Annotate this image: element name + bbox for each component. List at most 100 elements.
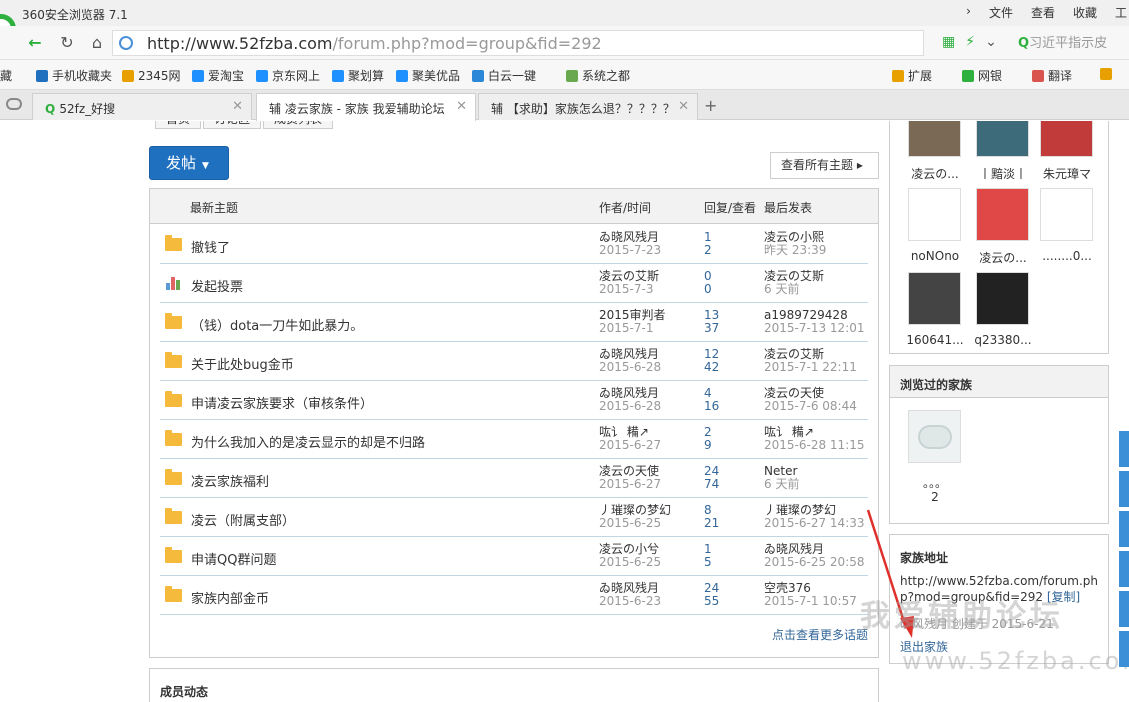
member-avatar[interactable]: [976, 188, 1029, 241]
home-icon[interactable]: ⌂: [86, 32, 108, 54]
thread-subject-link[interactable]: 凌云家族福利: [191, 471, 269, 490]
thread-author-secondary: 2015-6-28: [599, 360, 662, 374]
family-count: 2: [931, 490, 939, 504]
bookmark-item[interactable]: 网银: [962, 67, 1002, 84]
bookmark-item[interactable]: [1100, 67, 1116, 81]
thread-author: 2015审判者 2015-7-1: [599, 309, 666, 335]
member-avatar[interactable]: [1040, 121, 1093, 157]
close-icon[interactable]: ✕: [456, 99, 467, 114]
family-name[interactable]: 。。。: [904, 474, 966, 491]
thread-subject-link[interactable]: 家族内部金币: [191, 588, 269, 607]
member-avatar[interactable]: [976, 121, 1029, 157]
bookmark-item[interactable]: 翻译: [1032, 67, 1072, 84]
thread-subject-link[interactable]: 申请QQ群问题: [191, 549, 276, 568]
thread-subject-link[interactable]: 撤钱了: [191, 237, 230, 256]
thread-last-post: a1989729428 2015-7-13 12:01: [764, 309, 865, 335]
thread-row[interactable]: 为什么我加入的是凌云显示的却是不归路 吰讠 糒↗ 2015-6-27 2 9 吰讠 糒↗ 2…: [160, 420, 868, 459]
thread-last-post: 凌云の艾斯 2015-7-1 22:11: [764, 348, 857, 374]
member-name[interactable]: 丨黯淡丨: [972, 165, 1034, 182]
bookmark-item[interactable]: 京东网上: [256, 67, 320, 84]
thread-stats-secondary: 37: [704, 321, 720, 335]
thread-stats-secondary: 9: [704, 438, 712, 452]
thread-subject-link[interactable]: 发起投票: [191, 276, 243, 295]
close-icon[interactable]: ✕: [232, 99, 243, 114]
bookmarks-bar: 藏 手机收藏夹 2345网 爱淘宝 京东网上 聚划算 聚美优品 白云一键 系统之都 扩展 网银 翻译: [0, 60, 1129, 90]
members-panel: 凌云の... 丨黯淡丨 朱元璋マ noNOno 凌云の... ........0... 16…: [889, 121, 1109, 354]
thread-row[interactable]: 申请凌云家族要求（审核条件） ゐ晓风残月 2015-6-28 4 16 凌云の天使 2015…: [160, 381, 868, 420]
menu-view[interactable]: 查看: [1029, 4, 1057, 21]
cloud-icon[interactable]: [6, 98, 22, 110]
member-name[interactable]: 凌云の...: [904, 165, 966, 182]
menu-favorites[interactable]: 收藏: [1071, 4, 1099, 21]
tab-help[interactable]: 辅 【求助】家族怎么退？？？？？ ✕: [478, 93, 698, 120]
thread-author: 凌云の小兮 2015-6-25: [599, 543, 661, 569]
bookmark-item[interactable]: 扩展: [892, 67, 932, 84]
menu-tools[interactable]: 工: [1113, 4, 1129, 21]
bookmark-item[interactable]: 聚美优品: [396, 67, 460, 84]
thread-last-post: 丿璀璨の梦幻 2015-6-27 14:33: [764, 504, 865, 530]
bookmark-item[interactable]: 系统之都: [566, 67, 630, 84]
thread-subject-link[interactable]: 关于此处bug金币: [191, 354, 294, 373]
bookmark-item[interactable]: 手机收藏夹: [36, 67, 112, 84]
search-input[interactable]: Q习近平指示皮: [1018, 32, 1129, 54]
member-avatar[interactable]: [908, 121, 961, 157]
subtab-home[interactable]: 首页: [155, 121, 202, 129]
thread-row[interactable]: 发起投票 凌云の艾斯 2015-7-3 0 0 凌云の艾斯 6 天前: [160, 264, 868, 303]
thread-last-post: Neter 6 天前: [764, 465, 799, 491]
view-all-threads-button[interactable]: 查看所有主题 ▸: [770, 152, 879, 179]
bookmark-item[interactable]: 2345网: [122, 67, 181, 84]
tab-family[interactable]: 辅 凌云家族 - 家族 我爱辅助论坛 ✕: [256, 93, 476, 121]
refresh-icon[interactable]: ↻: [56, 32, 78, 54]
qrcode-icon[interactable]: ▦: [942, 34, 955, 50]
member-avatar[interactable]: [908, 272, 961, 325]
bookmark-item[interactable]: 藏: [0, 67, 12, 84]
close-icon[interactable]: ✕: [678, 99, 689, 114]
thread-row[interactable]: 凌云家族福利 凌云の天使 2015-6-27 24 74 Neter 6 天前: [160, 459, 868, 498]
member-name[interactable]: noNOno: [904, 249, 966, 263]
thread-row[interactable]: 关于此处bug金币 ゐ晓风残月 2015-6-28 12 42 凌云の艾斯 2015-7-1…: [160, 342, 868, 381]
thread-row[interactable]: 凌云（附属支部） 丿璀璨の梦幻 2015-6-25 8 21 丿璀璨の梦幻 2015-6-2…: [160, 498, 868, 537]
bookmark-item[interactable]: 聚划算: [332, 67, 384, 84]
search-icon: Q: [1018, 36, 1030, 51]
url-input[interactable]: http://www.52fzba.com/forum.php?mod=grou…: [112, 30, 924, 56]
member-avatar[interactable]: [1040, 188, 1093, 241]
new-post-button[interactable]: 发帖 ▼: [149, 146, 229, 180]
member-avatar[interactable]: [908, 188, 961, 241]
thread-author: 凌云の艾斯 2015-7-3: [599, 270, 659, 296]
folder-icon: [165, 235, 182, 251]
thread-author-secondary: 2015-7-1: [599, 321, 654, 335]
family-avatar[interactable]: [908, 410, 961, 463]
back-arrow-icon[interactable]: ←: [24, 32, 46, 54]
member-name[interactable]: 凌云の...: [972, 249, 1034, 266]
bookmark-label: 聚划算: [348, 69, 385, 83]
tab-haosou[interactable]: Q 52fz_好搜 ✕: [32, 93, 252, 120]
thread-subject-link[interactable]: 申请凌云家族要求（审核条件）: [191, 393, 373, 412]
thread-author-secondary: 2015-6-25: [599, 555, 662, 569]
folder-icon: [165, 547, 182, 563]
menu-file[interactable]: 文件: [987, 4, 1015, 21]
more-topics-link[interactable]: 点击查看更多话题: [772, 626, 868, 643]
thread-row[interactable]: 家族内部金币 ゐ晓风残月 2015-6-23 24 55 空壳376 2015-7-1 10…: [160, 576, 868, 615]
subtab-discussion[interactable]: 讨论区: [203, 121, 262, 129]
member-avatar[interactable]: [976, 272, 1029, 325]
thread-row[interactable]: 撤钱了 ゐ晓风残月 2015-7-23 1 2 凌云の小熙 昨天 23:39: [160, 225, 868, 264]
thread-subject-link[interactable]: 为什么我加入的是凌云显示的却是不归路: [191, 432, 425, 451]
thread-row[interactable]: （钱）dota一刀牛如此暴力。 2015审判者 2015-7-1 13 37 a19897…: [160, 303, 868, 342]
thread-stats: 8 21: [704, 504, 719, 530]
thread-subject-link[interactable]: （钱）dota一刀牛如此暴力。: [191, 315, 363, 334]
bookmark-item[interactable]: 白云一键: [472, 67, 536, 84]
chevron-right-icon[interactable]: ›: [964, 4, 973, 21]
member-name[interactable]: q23380...: [972, 333, 1034, 347]
bookmark-item[interactable]: 爱淘宝: [192, 67, 244, 84]
bookmark-label: 2345网: [138, 69, 181, 83]
member-name[interactable]: 160641...: [904, 333, 966, 347]
thread-subject-link[interactable]: 凌云（附属支部）: [191, 510, 295, 529]
right-float-bar[interactable]: [1119, 431, 1129, 671]
thread-row[interactable]: 申请QQ群问题 凌云の小兮 2015-6-25 1 5 ゐ晓风残月 2015-6-25 20…: [160, 537, 868, 576]
subtab-members[interactable]: 成员列表: [263, 121, 334, 129]
member-name[interactable]: ........0...: [1036, 249, 1098, 263]
lightning-icon[interactable]: ⚡: [965, 34, 975, 50]
member-name[interactable]: 朱元璋マ: [1036, 165, 1098, 182]
chevron-down-icon[interactable]: ⌄: [985, 34, 997, 50]
new-tab-icon[interactable]: +: [704, 96, 717, 115]
